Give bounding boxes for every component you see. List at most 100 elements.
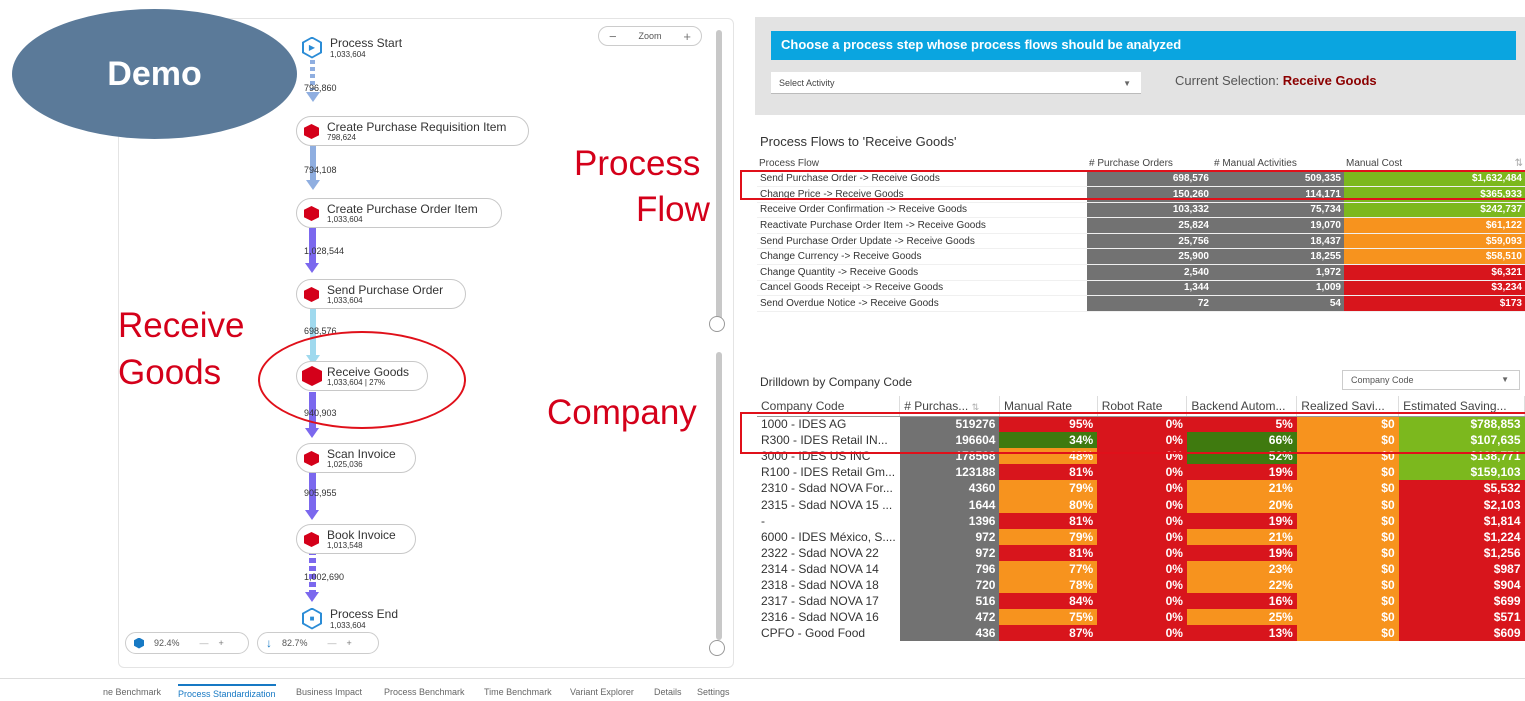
- purchase-orders-cell: 25,756: [1087, 233, 1212, 250]
- table-row[interactable]: Send Overdue Notice -> Receive Goods 72 54…: [757, 295, 1525, 312]
- tab-process-standardization[interactable]: Process Standardization: [178, 684, 276, 699]
- activity-dropdown-placeholder: Select Activity: [779, 78, 835, 88]
- table-row[interactable]: 2310 - Sdad NOVA For... 4360 79% 0% 21% $0 $5,…: [757, 480, 1525, 497]
- map-scroll-knob-lower[interactable]: [709, 640, 725, 656]
- table-row[interactable]: Reactivate Purchase Order Item -> Receiv…: [757, 217, 1525, 234]
- tab-process-benchmark[interactable]: Process Benchmark: [384, 687, 465, 697]
- node-book-invoice[interactable]: Book Invoice 1,013,548: [296, 524, 416, 554]
- table-row[interactable]: 2318 - Sdad NOVA 18 720 78% 0% 22% $0 $904: [757, 576, 1525, 594]
- backend-automation-cell: 16%: [1186, 593, 1297, 610]
- edge-requisition-po[interactable]: [310, 145, 316, 181]
- backend-automation-cell: 21%: [1186, 480, 1297, 497]
- tab-settings[interactable]: Settings: [697, 687, 730, 697]
- node-name: Process Start: [330, 36, 403, 50]
- demo-badge: Demo: [12, 9, 297, 139]
- robot-rate-cell: 0%: [1097, 593, 1187, 610]
- stop-icon: ■: [309, 613, 315, 623]
- backend-automation-cell: 19%: [1186, 544, 1297, 561]
- arrow-down-icon: ↓: [266, 636, 272, 650]
- node-create-purchase-requisition-item[interactable]: Create Purchase Requisition Item 798,624: [296, 116, 529, 146]
- callout-receive: Receive: [118, 306, 245, 345]
- flow-name: Send Overdue Notice -> Receive Goods: [757, 295, 1087, 312]
- table-row[interactable]: Change Currency -> Receive Goods 25,900 18…: [757, 248, 1525, 266]
- minus-button[interactable]: —: [328, 638, 337, 648]
- table-row[interactable]: 2317 - Sdad NOVA 17 516 84% 0% 16% $0 $699: [757, 593, 1525, 610]
- activities-slider[interactable]: 92.4% — +: [125, 632, 249, 654]
- manual-rate-cell: 78%: [999, 576, 1098, 594]
- edge-label: 905,955: [304, 488, 337, 498]
- sort-icon[interactable]: ⇅: [972, 402, 980, 412]
- map-scrollbar-lower[interactable]: [716, 352, 722, 640]
- col-manual-activities[interactable]: # Manual Activities: [1212, 156, 1344, 172]
- arrow-icon: [306, 92, 320, 102]
- tab-business-impact[interactable]: Business Impact: [296, 687, 362, 697]
- chevron-down-icon: ▼: [1501, 375, 1509, 384]
- node-create-purchase-order-item[interactable]: Create Purchase Order Item 1,033,604: [296, 198, 502, 228]
- purchase-orders-cell: 25,900: [1087, 248, 1212, 266]
- zoom-control[interactable]: − Zoom +: [598, 26, 702, 46]
- company-highlight: [740, 412, 1525, 454]
- table-row[interactable]: 2315 - Sdad NOVA 15 ... 1644 80% 0% 20% $0 $2,…: [757, 496, 1525, 513]
- table-row[interactable]: CPFO - Good Food 436 87% 0% 13% $0 $609: [757, 625, 1525, 642]
- table-row[interactable]: 2316 - Sdad NOVA 16 472 75% 0% 25% $0 $571: [757, 609, 1525, 626]
- table-row[interactable]: R100 - IDES Retail Gm... 123188 81% 0% 19% $0…: [757, 464, 1525, 481]
- activity-hexagon-icon: [304, 124, 319, 139]
- activity-hexagon-icon: [304, 206, 319, 221]
- node-scan-invoice[interactable]: Scan Invoice 1,025,036: [296, 443, 416, 473]
- callout-process: Process: [574, 144, 701, 183]
- manual-rate-cell: 77%: [999, 560, 1098, 577]
- realized-savings-cell: $0: [1296, 625, 1399, 642]
- node-name: Process End: [330, 607, 399, 621]
- sort-icon[interactable]: ⇅: [1515, 158, 1523, 169]
- manual-rate-cell: 81%: [999, 464, 1098, 481]
- table-row[interactable]: Change Quantity -> Receive Goods 2,540 1,9…: [757, 264, 1525, 281]
- tab-time-benchmark[interactable]: Time Benchmark: [484, 687, 552, 697]
- backend-automation-cell: 22%: [1186, 576, 1297, 594]
- realized-savings-cell: $0: [1296, 560, 1399, 577]
- node-name: Create Purchase Order Item: [327, 201, 478, 216]
- zoom-in-button[interactable]: +: [683, 29, 691, 44]
- manual-activities-cell: 54: [1212, 295, 1344, 312]
- table-row[interactable]: Cancel Goods Receipt -> Receive Goods 1,3…: [757, 280, 1525, 297]
- col-process-flow[interactable]: Process Flow: [757, 156, 1087, 172]
- zoom-label: Zoom: [638, 31, 662, 41]
- manual-cost-cell: $61,122: [1344, 217, 1525, 234]
- tab-ne-benchmark[interactable]: ne Benchmark: [103, 687, 161, 697]
- company-code-cell: 2314 - Sdad NOVA 14: [761, 561, 879, 576]
- table-row[interactable]: 2322 - Sdad NOVA 22 972 81% 0% 19% $0 $1,256: [757, 544, 1525, 561]
- company-code-cell: -: [761, 513, 765, 528]
- realized-savings-cell: $0: [1296, 544, 1399, 561]
- purchase-orders-cell: 72: [1087, 295, 1212, 312]
- map-scroll-knob-upper[interactable]: [709, 316, 725, 332]
- arrow-icon: [305, 592, 319, 602]
- tab-details[interactable]: Details: [654, 687, 682, 697]
- table-row[interactable]: 6000 - IDES México, S.... 972 79% 0% 21% $0 $1…: [757, 528, 1525, 545]
- company-code-dropdown[interactable]: Company Code ▼: [1342, 370, 1520, 390]
- map-scrollbar-upper[interactable]: [716, 30, 722, 320]
- realized-savings-cell: $0: [1296, 528, 1399, 545]
- col-purchase-orders[interactable]: # Purchase Orders: [1087, 156, 1212, 172]
- table-row[interactable]: - 1396 81% 0% 19% $0 $1,814: [757, 512, 1525, 529]
- table-row[interactable]: Send Purchase Order Update -> Receive Go…: [757, 233, 1525, 250]
- tab-variant-explorer[interactable]: Variant Explorer: [570, 687, 634, 697]
- connections-slider[interactable]: ↓ 82.7% — +: [257, 632, 379, 654]
- table-row[interactable]: Receive Order Confirmation -> Receive Go…: [757, 202, 1525, 219]
- plus-button[interactable]: +: [219, 638, 224, 648]
- zoom-out-button[interactable]: −: [609, 29, 617, 44]
- minus-button[interactable]: —: [200, 638, 209, 648]
- plus-button[interactable]: +: [347, 638, 352, 648]
- node-send-purchase-order[interactable]: Send Purchase Order 1,033,604: [296, 279, 466, 309]
- estimated-savings-cell: $5,532: [1398, 480, 1525, 497]
- activity-dropdown[interactable]: Select Activity ▼: [771, 72, 1141, 94]
- flow-name: Send Purchase Order Update -> Receive Go…: [757, 233, 1087, 250]
- play-icon: ▶: [308, 42, 316, 52]
- node-name: Create Purchase Requisition Item: [327, 119, 507, 134]
- node-process-end[interactable]: ■ Process End 1,033,604: [302, 607, 398, 630]
- table-row[interactable]: 2314 - Sdad NOVA 14 796 77% 0% 23% $0 $987: [757, 560, 1525, 577]
- col-manual-cost[interactable]: Manual Cost ⇅: [1344, 156, 1525, 172]
- callout-company: Company: [547, 393, 697, 432]
- node-process-start[interactable]: ▶ Process Start 1,033,604: [302, 36, 402, 59]
- process-flow-highlight: [740, 170, 1525, 200]
- manual-cost-cell: $242,737: [1344, 202, 1525, 219]
- company-code-cell: 6000 - IDES México, S....: [761, 529, 896, 544]
